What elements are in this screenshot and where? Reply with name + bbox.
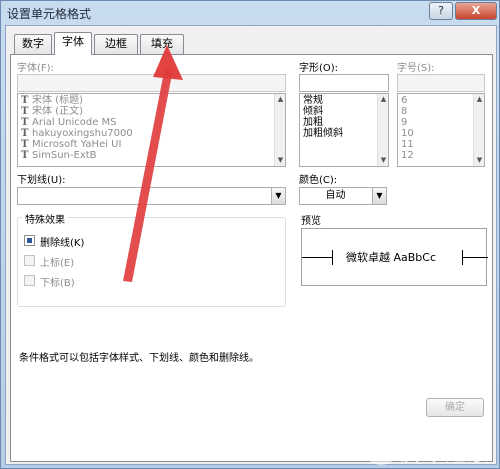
style-input[interactable] (299, 74, 389, 92)
watermark-logo-icon (363, 429, 399, 465)
watermark-site: jb51.net (417, 419, 474, 433)
list-item[interactable]: 9 (398, 117, 484, 128)
list-item[interactable]: 常规 (300, 95, 388, 106)
preview-marker-left (332, 250, 333, 265)
truetype-icon: T (21, 95, 29, 106)
tab-font[interactable]: 字体 (54, 32, 92, 55)
scroll-up-icon[interactable]: ▲ (276, 95, 285, 104)
style-list-scrollbar[interactable]: ▲ ▼ (377, 94, 388, 166)
scroll-down-icon[interactable]: ▼ (379, 156, 388, 165)
list-item[interactable]: 10 (398, 128, 484, 139)
preview-text: 微软卓越 AaBbCc (346, 251, 437, 264)
list-item[interactable]: 加粗倾斜 (300, 128, 388, 139)
truetype-icon: T (21, 139, 29, 150)
underline-select[interactable]: ▼ (17, 187, 286, 205)
close-button[interactable]: X (455, 2, 497, 20)
title-bar: 设置单元格格式 ? X (1, 1, 500, 25)
list-item[interactable]: 11 (398, 139, 484, 150)
list-item[interactable]: T 宋体 (正文) (18, 106, 285, 117)
size-label: 字号(S): (397, 63, 435, 74)
subscript-label[interactable]: 下标(B) (40, 274, 75, 289)
chevron-down-icon[interactable]: ▼ (271, 188, 285, 204)
font-label: 字体(F): (17, 63, 54, 74)
chevron-down-icon[interactable]: ▼ (372, 188, 386, 204)
size-list[interactable]: 6 8 9 10 11 12 ▲ ▼ (397, 93, 485, 167)
style-label: 字形(O): (299, 63, 339, 74)
color-label: 颜色(C): (299, 175, 338, 186)
strikethrough-label[interactable]: 删除线(K) (40, 234, 84, 249)
preview-title: 预览 (301, 216, 321, 227)
scroll-down-icon[interactable]: ▼ (276, 156, 285, 165)
list-item[interactable]: 6 (398, 95, 484, 106)
scroll-up-icon[interactable]: ▲ (379, 95, 388, 104)
strikethrough-checkbox[interactable] (24, 235, 35, 246)
ok-button[interactable]: 确定 (426, 398, 484, 417)
tab-fill[interactable]: 填充 (140, 34, 184, 54)
font-list[interactable]: T 宋体 (标题) T 宋体 (正文) T Arial Unicode MS Thak… (17, 93, 286, 167)
dialog-window: 设置单元格格式 ? X 数字 字体 边框 填充 字体(F): T 宋体 (标题) … (0, 0, 500, 469)
size-list-scrollbar[interactable]: ▲ ▼ (473, 94, 484, 166)
help-button[interactable]: ? (429, 2, 453, 20)
list-item[interactable]: 8 (398, 106, 484, 117)
underline-value (18, 188, 270, 204)
dialog-title: 设置单元格格式 (7, 7, 92, 21)
scroll-down-icon[interactable]: ▼ (475, 156, 484, 165)
dialog-client: 数字 字体 边框 填充 字体(F): T 宋体 (标题) T 宋体 (正文) T Ar… (5, 25, 497, 465)
list-item[interactable]: Thakuyoxingshu7000 (18, 128, 285, 139)
superscript-label[interactable]: 上标(E) (40, 254, 74, 269)
preview-box: 微软卓越 AaBbCc (301, 228, 488, 286)
truetype-icon: T (21, 128, 29, 139)
tab-border[interactable]: 边框 (94, 34, 138, 54)
preview-baseline-right (462, 257, 488, 258)
truetype-icon: T (21, 150, 29, 161)
list-item[interactable]: T Arial Unicode MS (18, 117, 285, 128)
font-tab-panel: 字体(F): T 宋体 (标题) T 宋体 (正文) T Arial Unicode … (10, 54, 493, 462)
list-item[interactable]: 加粗 (300, 117, 388, 128)
effects-title: 特殊效果 (22, 211, 68, 226)
tab-number[interactable]: 数字 (14, 34, 52, 54)
list-item[interactable]: 12 (398, 150, 484, 161)
color-value: 自动 (325, 190, 346, 201)
font-input[interactable] (17, 74, 286, 92)
style-list[interactable]: 常规 倾斜 加粗 加粗倾斜 ▲ ▼ (299, 93, 389, 167)
description-text: 条件格式可以包括字体样式、下划线、颜色和删除线。 (19, 353, 259, 364)
size-input[interactable] (397, 74, 485, 92)
list-item[interactable]: T Microsoft YaHei UI (18, 139, 285, 150)
truetype-icon: T (21, 106, 29, 117)
preview-baseline-left (302, 257, 332, 258)
list-item[interactable]: 倾斜 (300, 106, 388, 117)
font-list-scrollbar[interactable]: ▲ ▼ (274, 94, 285, 166)
effects-group: 特殊效果 删除线(K) 上标(E) 下标(B) (17, 211, 286, 307)
underline-label: 下划线(U): (17, 175, 66, 186)
subscript-checkbox[interactable] (24, 275, 35, 286)
watermark-brand: 脚本之家 (401, 441, 490, 466)
truetype-icon: T (21, 117, 29, 128)
superscript-checkbox[interactable] (24, 255, 35, 266)
color-select[interactable]: 自动 ▼ (299, 187, 387, 205)
list-item[interactable]: T SimSun-ExtB (18, 150, 285, 161)
scroll-up-icon[interactable]: ▲ (475, 95, 484, 104)
list-item[interactable]: T 宋体 (标题) (18, 95, 285, 106)
